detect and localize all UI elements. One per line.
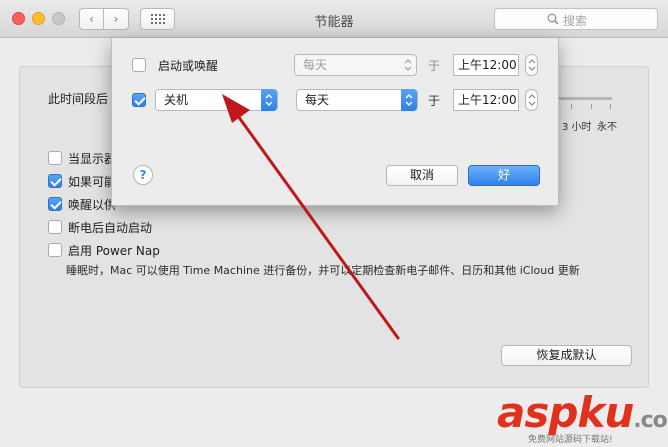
checkbox[interactable] — [48, 220, 62, 234]
power-nap-description: 睡眠时，Mac 可以使用 Time Machine 进行备份，并可以定期检查新电… — [66, 264, 580, 277]
slider-label-never: 永不 — [597, 122, 617, 133]
option-label: 唤醒以供 — [68, 197, 117, 212]
startup-label: 启动或唤醒 — [158, 59, 219, 73]
startup-time-stepper[interactable] — [525, 54, 538, 76]
slider-label-3h: 3 小时 — [562, 122, 592, 133]
shutdown-time-stepper[interactable] — [525, 89, 538, 111]
at-label: 于 — [428, 59, 441, 73]
shutdown-frequency-select[interactable]: 每天 — [296, 89, 418, 111]
shutdown-checkbox[interactable] — [132, 93, 146, 107]
startup-checkbox[interactable] — [132, 58, 146, 72]
action-select[interactable]: 关机 — [155, 89, 278, 111]
schedule-sheet: 启动或唤醒 每天 于 上午12:00 关机 每天 于 上午12:00 ? 取消 … — [111, 38, 559, 206]
stepper-icon — [528, 59, 536, 71]
slider-tick — [571, 104, 572, 109]
option-display[interactable]: 当显示器 — [48, 150, 116, 166]
chevron-updown-icon — [261, 89, 277, 111]
startup-time-field[interactable]: 上午12:00 — [453, 54, 519, 76]
option-wake-for[interactable]: 唤醒以供 — [48, 196, 116, 212]
slider-tick — [591, 104, 592, 109]
option-label: 启用 Power Nap — [68, 243, 160, 258]
ok-button[interactable]: 好 — [468, 165, 540, 186]
option-power-nap[interactable]: 启用 Power Nap — [48, 242, 160, 258]
option-label: 如果可能 — [68, 174, 117, 189]
option-label: 当显示器 — [68, 151, 117, 166]
slider-tick — [610, 104, 611, 109]
stepper-icon — [528, 94, 536, 106]
search-icon — [547, 13, 559, 25]
help-button[interactable]: ? — [133, 165, 153, 185]
option-label: 断电后自动启动 — [68, 220, 153, 235]
at-label: 于 — [428, 94, 441, 108]
cancel-button[interactable]: 取消 — [386, 165, 458, 186]
watermark-logo: aspku.com — [497, 388, 668, 437]
chevron-updown-icon — [400, 54, 416, 76]
watermark-subtitle: 免费网站源码下载站! — [528, 435, 613, 445]
checkbox[interactable] — [48, 197, 62, 211]
sleep-slider-track[interactable] — [558, 97, 612, 100]
restore-defaults-button[interactable]: 恢复成默认 — [501, 345, 632, 366]
action-value: 关机 — [164, 93, 189, 107]
search-placeholder: 搜索 — [563, 14, 588, 28]
title-bar: ‹ › 节能器 搜索 — [0, 0, 668, 38]
checkbox[interactable] — [48, 174, 62, 188]
checkbox[interactable] — [48, 243, 62, 257]
option-if-possible[interactable]: 如果可能 — [48, 173, 116, 189]
option-auto-start[interactable]: 断电后自动启动 — [48, 219, 152, 235]
startup-frequency-select[interactable]: 每天 — [294, 54, 417, 76]
chevron-updown-icon — [401, 89, 417, 111]
startup-frequency-value: 每天 — [303, 58, 328, 72]
shutdown-frequency-value: 每天 — [305, 93, 330, 107]
checkbox[interactable] — [48, 151, 62, 165]
sleep-slider-label: 此时间段后 — [48, 92, 109, 106]
shutdown-time-field[interactable]: 上午12:00 — [453, 89, 519, 111]
search-field[interactable]: 搜索 — [494, 8, 658, 30]
